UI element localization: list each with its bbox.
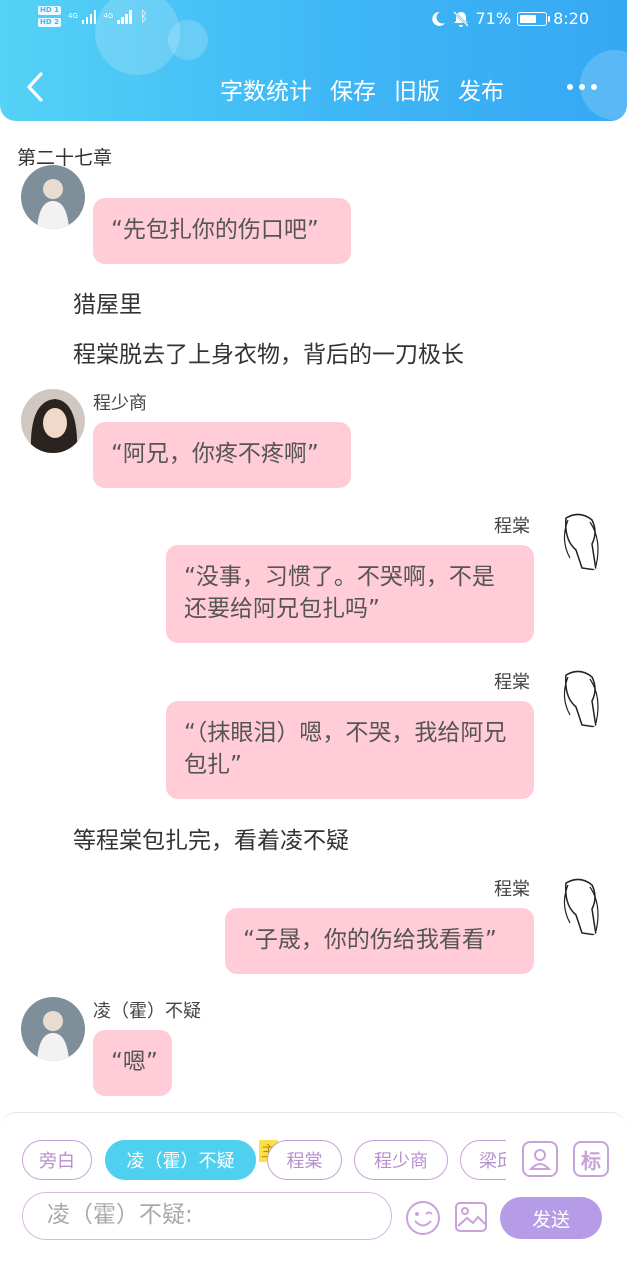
picture-icon[interactable] [454,1200,488,1234]
battery-fill [520,14,537,23]
speaker-name: 凌（霍）不疑 [93,1001,201,1022]
emoji-icon[interactable] [405,1200,441,1236]
signal-1-icon [81,9,97,24]
nav-bar: 字数统计 保存 旧版 发布 [0,64,627,112]
person-icon[interactable] [522,1141,558,1177]
message-bubble: “阿兄，你疼不疼啊” [93,422,351,488]
publish-button[interactable]: 发布 [458,72,504,106]
avatar-cheng-tang[interactable] [546,510,610,574]
hd1-badge: HD 1 [38,6,61,15]
word-count-button[interactable]: 字数统计 [220,72,312,106]
signal-2-icon [117,9,132,24]
speaker-name: 程少商 [93,393,147,414]
role-chip-liang[interactable]: 梁邱 [460,1140,506,1180]
speaker-name: 程棠 [494,672,530,693]
hd2-badge: HD 2 [38,18,61,27]
avatar-cheng-tang[interactable] [546,875,610,939]
avatar-ling-buyi[interactable] [21,997,85,1061]
back-arrow-icon[interactable] [22,70,48,104]
top-app-bar: HD 1 HD 2 4G 4G ᛒ 71% 8:20 字数统计 保存 旧版 发布 [0,0,627,121]
speaker-name: 程棠 [494,516,530,537]
message-bubble: “（抹眼泪）嗯，不哭，我给阿兄包扎” [166,701,534,799]
old-version-button[interactable]: 旧版 [394,72,440,106]
role-chip-cheng-shaoshang[interactable]: 程少商 [354,1140,448,1180]
save-button[interactable]: 保存 [330,72,376,106]
chapter-title: 第二十七章 [17,147,113,169]
mute-bell-icon [452,10,469,27]
narration-text: 程棠脱去了上身衣物，背后的一刀极长 [73,342,464,368]
role-chip-ling-buyi[interactable]: 凌（霍）不疑 [105,1140,256,1180]
nav-actions: 字数统计 保存 旧版 发布 [220,72,504,106]
send-button[interactable]: 发送 [500,1197,602,1239]
more-icon[interactable] [567,84,597,90]
battery-percent: 71% [475,9,512,28]
avatar-ling-buyi[interactable] [21,165,85,229]
moon-icon [431,11,445,26]
battery-icon [517,11,551,26]
clock: 8:20 [553,9,589,28]
message-input[interactable]: 凌（霍）不疑: [22,1192,392,1240]
mark-button[interactable]: 标 [573,1141,609,1177]
speaker-name: 程棠 [494,879,530,900]
message-bubble: “子晟，你的伤给我看看” [225,908,534,974]
message-bubble: “嗯” [93,1030,172,1096]
narration-text: 猎屋里 [73,292,142,318]
narration-text: 等程棠包扎完，看着凌不疑 [73,828,349,854]
network-label-1: 4G [67,12,78,20]
status-bar: HD 1 HD 2 4G 4G ᛒ 71% 8:20 [0,0,627,40]
avatar-cheng-tang[interactable] [546,667,610,731]
network-label-2: 4G [103,12,114,20]
bluetooth-icon: ᛒ [139,8,149,25]
role-chip-narrator[interactable]: 旁白 [22,1140,92,1180]
message-bubble: “先包扎你的伤口吧” [93,198,351,264]
role-chip-clip: 梁邱 [460,1140,506,1180]
role-chip-cheng-tang[interactable]: 程棠 [267,1140,342,1180]
message-bubble: “没事，习惯了。不哭啊，不是还要给阿兄包扎吗” [166,545,534,643]
avatar-cheng-shaoshang[interactable] [21,389,85,453]
